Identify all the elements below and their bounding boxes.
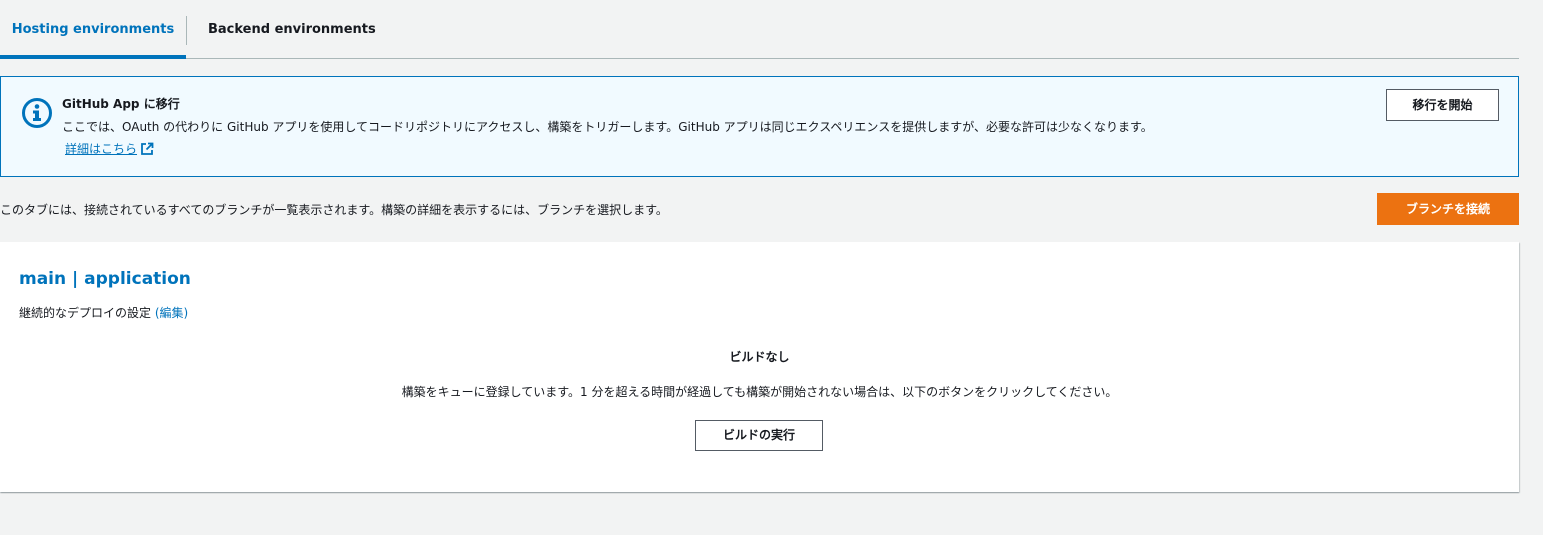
cd-edit-link[interactable]: (編集) <box>155 306 188 320</box>
flash-title: GitHub App に移行 <box>62 97 180 111</box>
no-builds-title: ビルドなし <box>729 350 790 364</box>
branch-title-link[interactable]: main | application <box>19 269 191 289</box>
cd-label: 継続的なデプロイの設定 <box>19 306 152 320</box>
branches-description: このタブには、接続されているすべてのブランチが一覧表示されます。構築の詳細を表示… <box>0 203 668 217</box>
learn-more-link[interactable]: 詳細はこちら <box>65 140 154 157</box>
learn-more-label: 詳細はこちら <box>65 142 138 156</box>
external-link-icon <box>141 142 154 155</box>
start-migration-button[interactable]: 移行を開始 <box>1386 89 1499 121</box>
flash-message: ここでは、OAuth の代わりに GitHub アプリを使用してコードリポジトリ… <box>62 120 1153 134</box>
connect-branch-button[interactable]: ブランチを接続 <box>1377 193 1519 225</box>
continuous-deploy-setting: 継続的なデプロイの設定 (編集) <box>19 304 188 321</box>
cd-edit-close-paren: ) <box>183 306 189 320</box>
tab-divider <box>186 16 187 45</box>
queue-message: 構築をキューに登録しています。1 分を超える時間が経過しても構築が開始されない場… <box>401 385 1118 399</box>
tab-hosting-environments[interactable]: Hosting environments <box>0 0 186 59</box>
run-build-button[interactable]: ビルドの実行 <box>695 420 823 451</box>
info-circle-icon <box>22 98 52 128</box>
cd-edit-label: 編集 <box>159 306 184 320</box>
migration-flash-banner: GitHub App に移行 ここでは、OAuth の代わりに GitHub ア… <box>0 76 1519 177</box>
branch-card: main | application 継続的なデプロイの設定 (編集) ビルドな… <box>0 242 1519 492</box>
tab-backend-environments[interactable]: Backend environments <box>208 0 376 58</box>
environment-tabs: Hosting environments Backend environment… <box>0 0 1519 59</box>
